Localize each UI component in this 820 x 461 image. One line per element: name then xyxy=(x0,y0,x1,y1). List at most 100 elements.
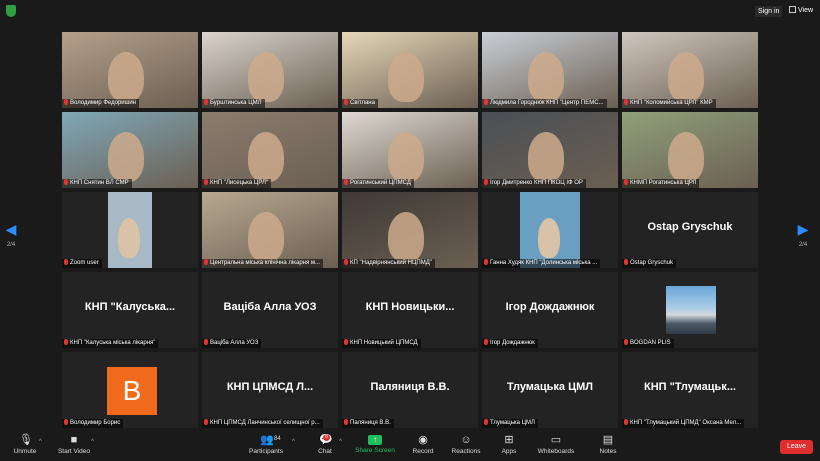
participant-tile[interactable]: Ігор Дмитренко КНП ПКОЦ ІФ ОР xyxy=(482,112,618,188)
chevron-up-icon[interactable]: ^ xyxy=(39,439,42,445)
participant-name: Центральна міська клінічна лікарня м... xyxy=(210,260,321,266)
participant-tile[interactable]: Zoom user xyxy=(62,192,198,268)
participant-tile[interactable]: КНП Снятин ВЛ СМР xyxy=(62,112,198,188)
participant-video xyxy=(62,32,198,108)
participant-tile[interactable]: КНМП Рогатинська ЦРЛ xyxy=(622,112,758,188)
participant-name-label: КНП Снятин ВЛ СМР xyxy=(62,179,132,188)
share-screen-icon: ↑ xyxy=(368,435,382,445)
participant-tile[interactable]: КНП "Тлумацьк... КНП "Тлумацький ЦПМД" Ок… xyxy=(622,352,758,428)
participant-tile[interactable]: Ваціба Алла УОЗ Ваціба Алла УОЗ xyxy=(202,272,338,348)
meeting-toolbar: 🎙 Unmute ^ ■ Start Video ^ 👥 84 Particip… xyxy=(0,432,820,461)
participant-tile[interactable]: КНП Новицьки... КНП Новицький ЦПМСД xyxy=(342,272,478,348)
avatar: B xyxy=(107,367,157,415)
participant-name-label: Zoom user xyxy=(62,259,102,268)
sign-in-button[interactable]: Sign in xyxy=(755,6,783,17)
participant-name-label: КНМП Рогатинська ЦРЛ xyxy=(622,179,700,188)
participant-tile[interactable]: КНП ЦПМСД Л... КНП ЦПМСД Ланчинської сели… xyxy=(202,352,338,428)
participant-name: КНП "Коломийська ЦРЛ" КМР xyxy=(630,100,713,106)
participant-tile[interactable]: Рогатинський ЦПМСД xyxy=(342,112,478,188)
arrow-right-icon: ▶ xyxy=(797,221,809,237)
record-button[interactable]: ◉ Record xyxy=(410,435,436,456)
share-screen-button[interactable]: ↑ Share Screen xyxy=(355,435,395,454)
chevron-up-icon[interactable]: ^ xyxy=(339,439,342,445)
participant-name-label: КНП "Коломийська ЦРЛ" КМР xyxy=(622,99,716,108)
reactions-label: Reactions xyxy=(451,448,481,455)
page-indicator-left: 2/4 xyxy=(6,242,16,248)
notes-button[interactable]: ▤ Notes xyxy=(597,435,619,456)
microphone-muted-icon xyxy=(624,419,628,425)
next-page-button[interactable]: ▶ 2/4 xyxy=(797,222,809,248)
participant-name-label: BOGDAN PLIS xyxy=(622,339,674,348)
microphone-muted-icon xyxy=(64,179,68,185)
reactions-button[interactable]: ☺ Reactions xyxy=(450,435,482,456)
participant-name: КНП "Тлумацький ЦПМД" Оксана Мел... xyxy=(630,420,742,426)
participant-name: Zoom user xyxy=(70,260,99,266)
view-button[interactable]: View xyxy=(789,6,813,14)
participant-name-label: Ганна Худяк КНП "Долинська міська ... xyxy=(482,259,601,268)
microphone-muted-icon xyxy=(344,419,348,425)
participant-tile[interactable]: КП "Надвірнянський НЦПМД" xyxy=(342,192,478,268)
participant-name-label: Рогатинський ЦПМСД xyxy=(342,179,414,188)
participant-tile[interactable]: B Володимир Борис xyxy=(62,352,198,428)
notes-label: Notes xyxy=(599,448,617,455)
participant-tile[interactable]: КНП "Коломийська ЦРЛ" КМР xyxy=(622,32,758,108)
participant-tile[interactable]: КНП "Калуська... КНП "Калуська міська лік… xyxy=(62,272,198,348)
unmute-button[interactable]: 🎙 Unmute ^ xyxy=(11,434,42,456)
whiteboards-button[interactable]: ▭ Whiteboards xyxy=(536,435,576,456)
participant-name: КНП ЦПМСД Ланчинської селищної р... xyxy=(210,420,320,426)
participants-count: 84 xyxy=(274,436,281,442)
participant-name-label: Центральна міська клінічна лікарня м... xyxy=(202,259,324,268)
microphone-muted-icon xyxy=(204,259,208,265)
participant-display-name: КНП "Калуська... xyxy=(84,301,176,313)
participant-tile[interactable]: Володимир Федоришин xyxy=(62,32,198,108)
prev-page-button[interactable]: ◀ 2/4 xyxy=(5,222,17,248)
chevron-up-icon[interactable]: ^ xyxy=(91,439,94,445)
participant-tile[interactable]: Людмила Городнюк КНП "Центр ПЕМС... xyxy=(482,32,618,108)
participant-display-name: Ваціба Алла УОЗ xyxy=(223,301,317,313)
apps-label: Apps xyxy=(501,448,517,455)
video-off-icon: ■ xyxy=(70,434,78,446)
participant-name-label: Володимир Борис xyxy=(62,419,124,428)
microphone-muted-icon xyxy=(624,339,628,345)
participant-tile[interactable]: Ганна Худяк КНП "Долинська міська ... xyxy=(482,192,618,268)
participant-name-label: Світлана xyxy=(342,99,378,108)
participant-name: Ігор Дмитренко КНП ПКОЦ ІФ ОР xyxy=(490,180,583,186)
participant-name-label: Бурштинська ЦМЛ xyxy=(202,99,265,108)
chevron-up-icon[interactable]: ^ xyxy=(292,439,295,445)
participant-name: BOGDAN PLIS xyxy=(630,340,671,346)
participant-name: Рогатинський ЦПМСД xyxy=(350,180,411,186)
view-label: View xyxy=(798,7,814,14)
participants-button[interactable]: 👥 84 Participants ^ xyxy=(248,434,295,456)
participants-icon: 👥 xyxy=(260,434,274,446)
participant-video xyxy=(482,32,618,108)
participant-tile[interactable]: Ostap Gryschuk Ostap Gryschuk xyxy=(622,192,758,268)
participant-video xyxy=(202,112,338,188)
unmute-label: Unmute xyxy=(13,448,37,455)
participant-name: Володимир Федоришин xyxy=(70,100,137,106)
participant-name: КНП Новицький ЦПМСД xyxy=(350,340,418,346)
participant-tile[interactable]: Центральна міська клінічна лікарня м... xyxy=(202,192,338,268)
participant-name-label: КНП Новицький ЦПМСД xyxy=(342,339,421,348)
participant-tile[interactable]: BOGDAN PLIS xyxy=(622,272,758,348)
participant-name: КНМП Рогатинська ЦРЛ xyxy=(630,180,697,186)
participant-tile[interactable]: Ігор Дождажнюк Ігор Дождажнюк xyxy=(482,272,618,348)
participant-name: Ваціба Алла УОЗ xyxy=(210,340,259,346)
participant-name: Тлумацька ЦМЛ xyxy=(490,420,535,426)
participant-tile[interactable]: Паляниця В.В. Паляниця В.В. xyxy=(342,352,478,428)
participant-name: КП "Надвірнянський НЦПМД" xyxy=(350,260,432,266)
chat-badge: 8 xyxy=(323,434,330,441)
leave-button[interactable]: Leave xyxy=(780,440,813,454)
chat-button[interactable]: 💬 8 Chat ^ xyxy=(315,434,342,455)
start-video-button[interactable]: ■ Start Video ^ xyxy=(56,434,94,456)
participant-name: КНП Снятин ВЛ СМР xyxy=(70,180,129,186)
participant-tile[interactable]: Тлумацька ЦМЛ Тлумацька ЦМЛ xyxy=(482,352,618,428)
participant-tile[interactable]: Бурштинська ЦМЛ xyxy=(202,32,338,108)
microphone-muted-icon: 🎙 xyxy=(19,434,33,446)
participant-tile[interactable]: Світлана xyxy=(342,32,478,108)
start-video-label: Start Video xyxy=(57,448,91,455)
participant-name-label: Ігор Дмитренко КНП ПКОЦ ІФ ОР xyxy=(482,179,586,188)
apps-button[interactable]: ⊞ Apps xyxy=(498,435,520,456)
microphone-muted-icon xyxy=(624,259,628,265)
participant-tile[interactable]: КНП "Лисецька ЦРЛ" xyxy=(202,112,338,188)
participant-display-name: Паляниця В.В. xyxy=(370,381,450,393)
